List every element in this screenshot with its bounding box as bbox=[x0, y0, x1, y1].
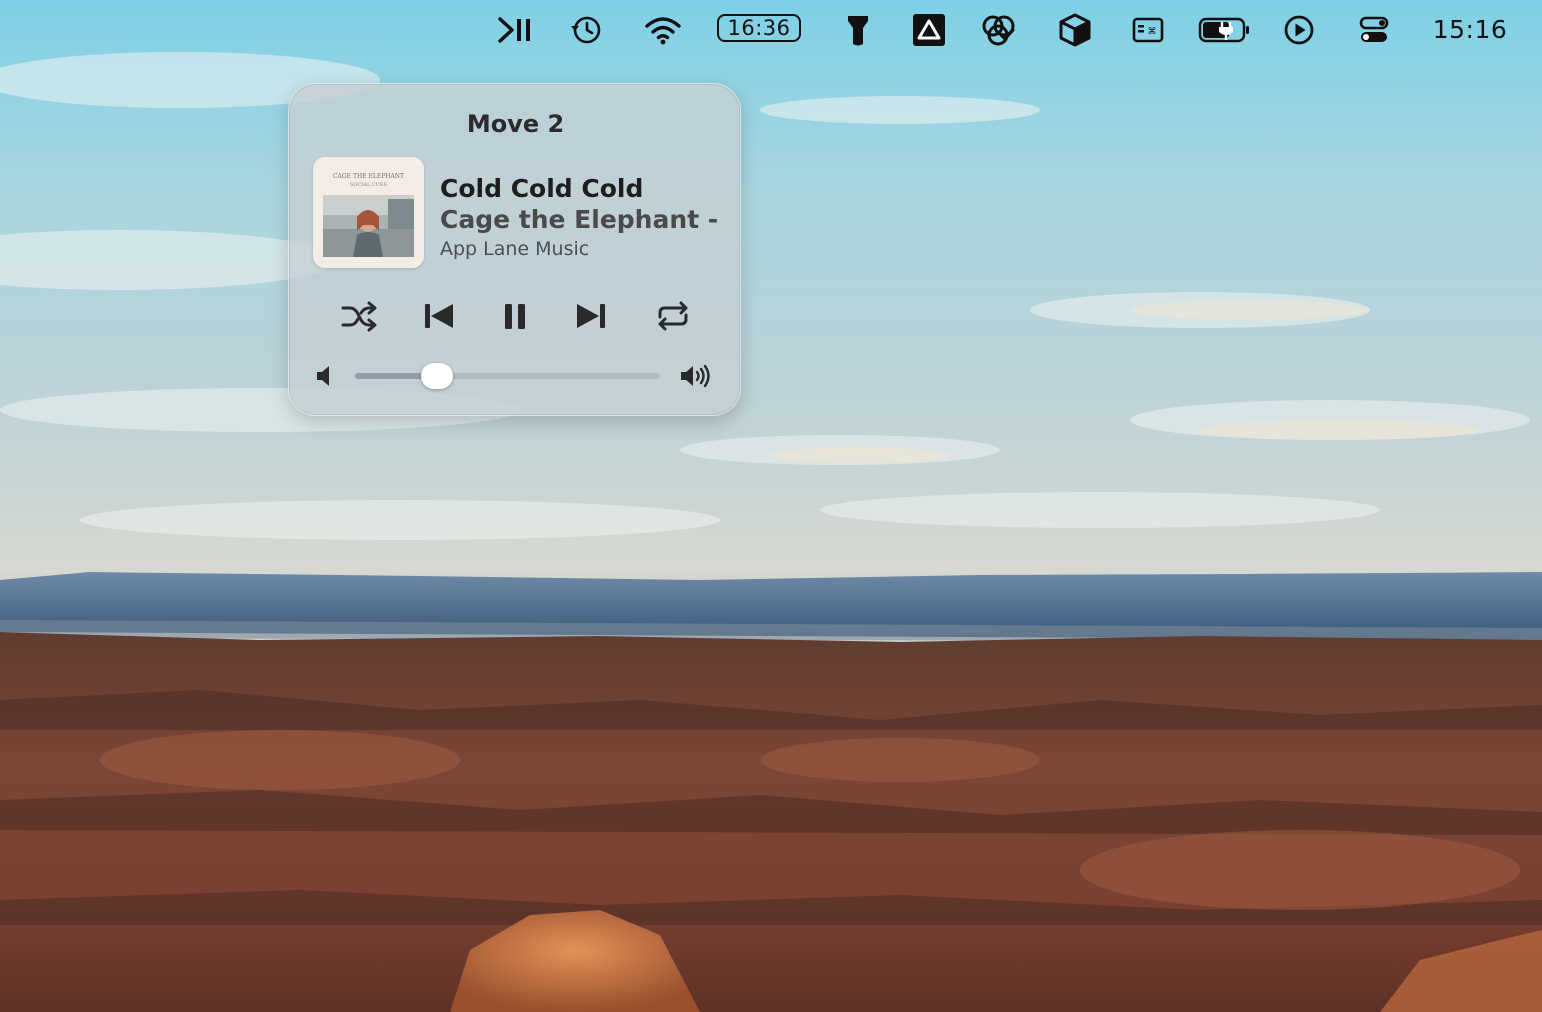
control-center-icon[interactable] bbox=[1356, 10, 1392, 50]
skip-pause-icon[interactable] bbox=[494, 10, 536, 50]
time-machine-icon[interactable] bbox=[567, 10, 605, 50]
album-art-caption-top: CAGE THE ELEPHANT bbox=[333, 173, 404, 180]
wifi-icon[interactable] bbox=[642, 10, 684, 50]
track-title: Cold Cold Cold bbox=[440, 174, 644, 203]
track-source: App Lane Music bbox=[440, 238, 590, 260]
track-artist: Cage the Elephant - T bbox=[440, 205, 718, 234]
volume-slider-thumb[interactable] bbox=[421, 363, 453, 389]
volume-high-icon bbox=[681, 364, 710, 388]
now-playing-popover: Move 2 CAGE THE ELEPHANT SOCIAL CUES Col… bbox=[288, 83, 741, 416]
menu-bar: 16:36 ⌘ 15:16 bbox=[0, 0, 1542, 58]
volume-slider[interactable] bbox=[355, 363, 660, 389]
creative-cloud-icon[interactable] bbox=[979, 10, 1019, 50]
next-icon bbox=[577, 304, 605, 328]
clock-badge[interactable]: 16:36 bbox=[717, 14, 801, 42]
album-art-caption-bottom: SOCIAL CUES bbox=[350, 182, 388, 188]
popover-title: Move 2 bbox=[466, 110, 565, 138]
next-button[interactable] bbox=[569, 296, 613, 336]
shuffle-icon bbox=[341, 301, 377, 332]
box-icon[interactable] bbox=[1057, 10, 1093, 50]
svg-text:⌘: ⌘ bbox=[1148, 27, 1157, 37]
previous-icon bbox=[425, 304, 453, 328]
desktop-wallpaper bbox=[0, 0, 1542, 1012]
keyboard-icon[interactable]: ⌘ bbox=[1130, 10, 1166, 50]
album-art: CAGE THE ELEPHANT SOCIAL CUES bbox=[313, 157, 424, 268]
shuffle-button[interactable] bbox=[337, 296, 381, 336]
volume-low-icon bbox=[317, 366, 329, 386]
repeat-button[interactable] bbox=[651, 296, 695, 336]
play-circle-icon[interactable] bbox=[1282, 10, 1316, 50]
menu-bar-clock[interactable]: 15:16 bbox=[1420, 12, 1520, 46]
flashlight-icon[interactable] bbox=[844, 10, 872, 50]
pause-icon bbox=[505, 304, 525, 329]
repeat-icon bbox=[658, 301, 688, 331]
battery-charging-icon[interactable] bbox=[1197, 10, 1253, 50]
previous-button[interactable] bbox=[417, 296, 461, 336]
pause-button[interactable] bbox=[493, 296, 537, 336]
google-drive-icon[interactable] bbox=[911, 10, 947, 50]
